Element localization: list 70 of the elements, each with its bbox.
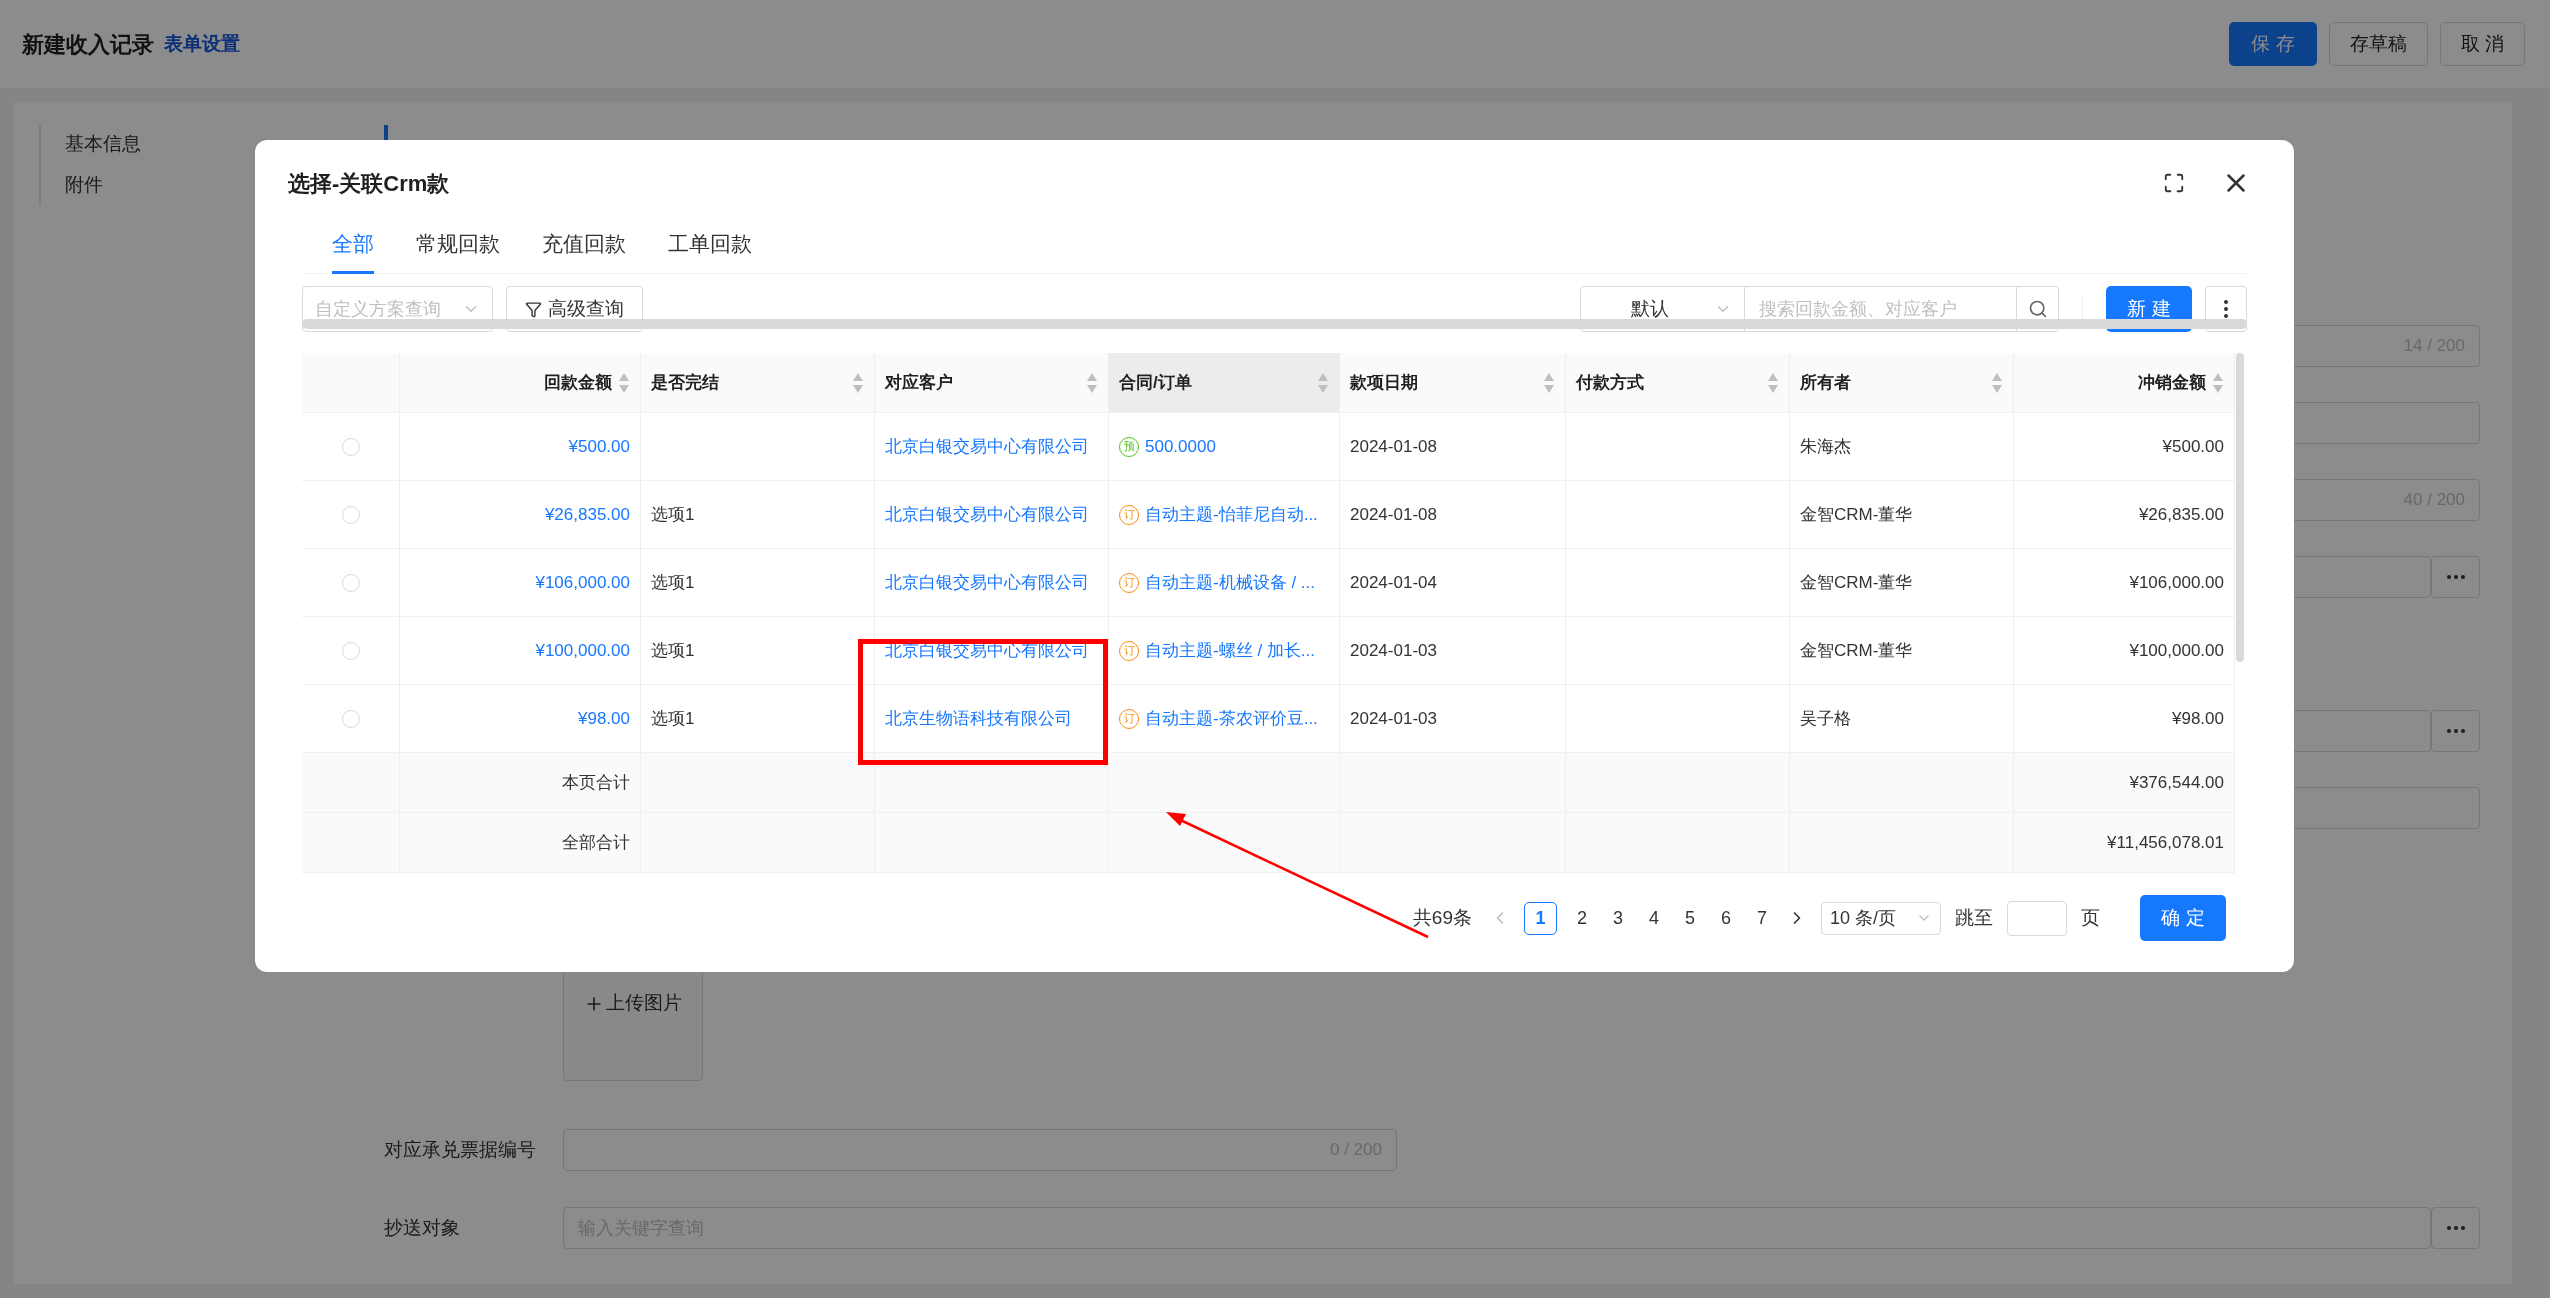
radio-button[interactable]: [341, 709, 360, 728]
page-input[interactable]: [2007, 900, 2067, 936]
page-button[interactable]: 1: [1524, 901, 1557, 935]
sort-icon[interactable]: [618, 371, 630, 394]
fullscreen-icon[interactable]: [2163, 172, 2185, 194]
action-button[interactable]: 存草稿: [2328, 22, 2428, 66]
action-button[interactable]: 取 消: [2439, 22, 2525, 66]
radio-button[interactable]: [341, 505, 360, 524]
search-icon: [2027, 299, 2048, 319]
page-button[interactable]: 4: [1643, 901, 1665, 935]
page-button[interactable]: 5: [1679, 901, 1701, 935]
form-settings-link[interactable]: 表单设置: [164, 29, 240, 59]
table-cell: 全部合计: [400, 813, 641, 873]
more-icon: [2446, 729, 2465, 733]
order-link[interactable]: 自动主题-茶农评价豆...: [1145, 705, 1318, 732]
horizontal-scrollbar[interactable]: [302, 319, 2247, 329]
amount-link[interactable]: ¥100,000.00: [535, 637, 630, 664]
amount-link[interactable]: ¥26,835.00: [544, 501, 630, 528]
page-button[interactable]: 7: [1751, 901, 1773, 935]
sort-icon[interactable]: [1991, 371, 2003, 394]
vertical-scrollbar[interactable]: [2236, 353, 2244, 662]
sort-icon[interactable]: [1543, 371, 1555, 394]
page-button[interactable]: 2: [1571, 901, 1593, 935]
upload-label: 上传图片: [606, 991, 682, 1016]
customer-link[interactable]: 北京白银交易中心有限公司: [885, 433, 1089, 460]
sort-icon[interactable]: [1086, 371, 1098, 394]
radio-button[interactable]: [341, 437, 360, 456]
customer-link[interactable]: 北京白银交易中心有限公司: [885, 569, 1089, 596]
tab[interactable]: 全部: [332, 224, 374, 274]
more-button[interactable]: [2431, 556, 2480, 598]
amount-link[interactable]: ¥106,000.00: [535, 569, 630, 596]
more-icon: [2446, 575, 2465, 579]
sort-icon[interactable]: [1767, 371, 1779, 394]
field-label: 抄送对象: [384, 1215, 461, 1240]
page-title: 新建收入记录: [22, 30, 154, 59]
more-button[interactable]: [2431, 1207, 2480, 1249]
order-link[interactable]: 500.0000: [1145, 433, 1216, 460]
save-button[interactable]: 保 存: [2229, 22, 2317, 66]
filter-icon: [525, 300, 542, 318]
sort-select[interactable]: 默认: [1580, 286, 1745, 332]
dialog-title: 选择-关联Crm款: [288, 169, 450, 198]
order-link[interactable]: 自动主题-机械设备 / ...: [1145, 569, 1315, 596]
radio-button[interactable]: [341, 573, 360, 592]
page-button[interactable]: 6: [1715, 901, 1737, 935]
column-header[interactable]: 合同/订单: [1109, 353, 1340, 413]
radio-button[interactable]: [341, 641, 360, 660]
sort-icon[interactable]: [852, 371, 864, 394]
tab[interactable]: 常规回款: [416, 224, 500, 274]
sort-icon[interactable]: [2212, 371, 2224, 394]
sort-icon[interactable]: [1317, 371, 1329, 394]
customer-link[interactable]: 北京白银交易中心有限公司: [885, 501, 1089, 528]
total-count: 共69条: [1412, 905, 1472, 930]
customer-link[interactable]: 北京生物语科技有限公司: [885, 705, 1072, 732]
tab[interactable]: 工单回款: [668, 224, 752, 274]
confirm-button[interactable]: 确 定: [2140, 895, 2226, 941]
more-button[interactable]: [2431, 710, 2480, 752]
more-icon: [2446, 1226, 2465, 1230]
amount-link[interactable]: ¥98.00: [578, 705, 630, 732]
more-icon: [2224, 300, 2228, 318]
tab[interactable]: 充值回款: [542, 224, 626, 274]
field-label: 对应承兑票据编号: [384, 1137, 537, 1162]
page-size-select[interactable]: 10 条/页: [1821, 901, 1941, 935]
table-cell: ¥11,456,078.01: [2014, 813, 2235, 873]
order-link[interactable]: 自动主题-怡菲尼自动...: [1145, 501, 1318, 528]
jump-label: 跳至: [1955, 905, 1993, 930]
order-link[interactable]: 自动主题-螺丝 / 加长...: [1145, 637, 1315, 664]
amount-link[interactable]: ¥500.00: [568, 433, 630, 460]
page-unit: 页: [2081, 905, 2100, 930]
search-field[interactable]: 搜索回款金额、对应客户: [1745, 286, 2016, 332]
page-button[interactable]: 3: [1607, 901, 1629, 935]
